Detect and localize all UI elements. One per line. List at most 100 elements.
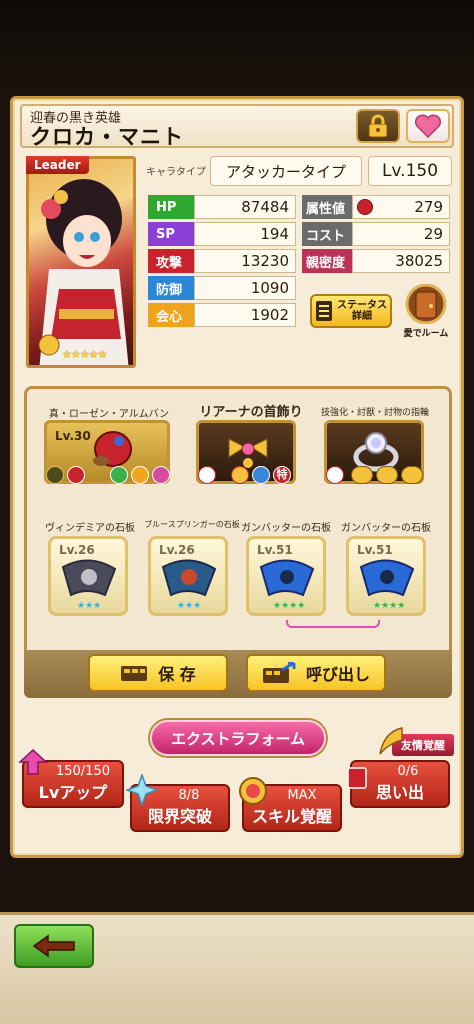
lock-icon <box>368 114 388 138</box>
rune-icon <box>152 466 170 484</box>
tablet-slot-2[interactable]: Lv.26 ★★★ <box>148 536 228 616</box>
room-button[interactable]: 愛でルーム <box>400 283 452 339</box>
necklace-rune-icons: 特 <box>198 466 291 484</box>
tablet-fan-icon <box>161 559 217 597</box>
rune-icon <box>376 466 398 484</box>
fire-element-icon <box>357 199 373 215</box>
tablet-name: ガンバッターの石板 <box>241 523 331 534</box>
tablet-slot-4[interactable]: Lv.51 ★★★★ <box>346 536 426 616</box>
top-letterbox <box>0 0 474 96</box>
tablet-fan-icon <box>61 559 117 597</box>
stat-label: 属性値 <box>302 195 352 219</box>
tablet-stars: ★★★★ <box>273 601 306 611</box>
rune-icon <box>46 466 64 484</box>
stat-cost: コスト 29 <box>302 222 450 246</box>
level-value: Lv.150 <box>368 156 452 186</box>
stat-crit: 会心 1902 <box>148 303 296 327</box>
weapon-rune-icons <box>46 466 170 484</box>
skill-awaken-label: スキル覚醒 <box>251 807 332 826</box>
room-label: 愛でルーム <box>403 329 449 339</box>
limit-break-label: 限界突破 <box>147 807 212 826</box>
skill-orb-icon <box>239 777 267 805</box>
heart-icon <box>414 114 442 139</box>
memory-counter: 0/6 <box>397 764 419 779</box>
stat-affinity: 親密度 38025 <box>302 249 450 273</box>
necklace-bow-icon <box>228 438 268 468</box>
star-rune-icon <box>231 466 249 484</box>
tablet-slot-3[interactable]: Lv.51 ★★★★ <box>246 536 326 616</box>
extra-form-button[interactable]: エクストラフォーム <box>150 720 326 756</box>
lock-button[interactable] <box>356 109 400 143</box>
lv-up-counter: 150/150 <box>55 764 110 779</box>
up-arrow-icon <box>18 748 48 775</box>
stat-label: 攻撃 <box>148 249 194 273</box>
stat-label: HP <box>148 195 194 219</box>
back-arrow-icon <box>32 934 75 958</box>
favorite-button[interactable] <box>406 109 450 143</box>
heart-rune-icon <box>326 466 344 484</box>
tablet-slot-1[interactable]: Lv.26 ★★★ <box>48 536 128 616</box>
weapon-gauntlet-icon <box>93 431 132 467</box>
tablet-name: ヴィンデミアの石板 <box>45 523 135 534</box>
stat-attr: 属性値 279 <box>302 195 450 219</box>
room-door-icon <box>405 283 447 325</box>
stat-label: 防御 <box>148 276 194 300</box>
character-name: クロカ・マニト <box>30 125 184 149</box>
stat-value: 1902 <box>194 303 296 327</box>
stat-value: 279 <box>352 195 450 219</box>
save-slot-icon <box>121 666 148 681</box>
ring-rune-icons <box>326 466 423 484</box>
tablet-stars: ★★★ <box>177 601 202 611</box>
tablet-level: Lv.26 <box>59 543 95 557</box>
load-slot-icon <box>262 662 296 683</box>
stat-label: コスト <box>302 222 352 246</box>
status-detail-line1: ステータス <box>337 300 387 311</box>
stat-value: 1090 <box>194 276 296 300</box>
character-art <box>38 179 129 365</box>
tablet-stars: ★★★★ <box>373 601 406 611</box>
stat-label: SP <box>148 222 194 246</box>
status-detail-button[interactable]: ステータス 詳細 <box>310 294 392 328</box>
character-portrait[interactable] <box>26 156 136 368</box>
stat-value: 29 <box>352 222 450 246</box>
necklace-name: リアーナの首飾り <box>199 405 303 420</box>
memory-book-icon <box>347 767 367 789</box>
save-button[interactable]: 保 存 <box>88 654 228 692</box>
status-detail-line2: 詳細 <box>352 311 372 322</box>
stat-number: 279 <box>414 198 443 216</box>
stat-hp: HP 87484 <box>148 195 296 219</box>
tablet-name: ガンバッターの石板 <box>341 523 431 534</box>
wing-icon <box>379 727 403 755</box>
stat-value: 38025 <box>352 249 450 273</box>
crystal-star-icon <box>126 774 158 806</box>
tablet-fan-icon <box>359 559 415 597</box>
heart-rune-icon <box>198 466 216 484</box>
rune-icon <box>401 466 423 484</box>
weapon-level: Lv.30 <box>55 429 91 443</box>
skill-awaken-counter: MAX <box>287 788 317 803</box>
limit-break-counter: 8/8 <box>178 788 200 803</box>
chara-type-value: アタッカータイプ <box>210 156 362 186</box>
tablet-level: Lv.26 <box>159 543 195 557</box>
link-bracket <box>286 620 380 628</box>
status-detail-text: ステータス 詳細 <box>337 300 387 322</box>
document-icon <box>316 301 332 321</box>
tablet-fan-icon <box>259 559 315 597</box>
rune-icon <box>351 466 373 484</box>
rune-icon <box>67 466 85 484</box>
stat-label: 親密度 <box>302 249 352 273</box>
tablet-name: ブルースプリンガーの石板 <box>144 520 240 529</box>
stat-atk: 攻撃 13230 <box>148 249 296 273</box>
special-badge: 特 <box>273 466 291 484</box>
stat-value: 194 <box>194 222 296 246</box>
rarity-stars: ★★★★★ <box>62 348 107 361</box>
rune-icon <box>110 466 128 484</box>
stat-sp: SP 194 <box>148 222 296 246</box>
tablet-level: Lv.51 <box>357 543 393 557</box>
load-button[interactable]: 呼び出し <box>246 654 386 692</box>
back-button[interactable] <box>14 924 94 968</box>
stat-value: 87484 <box>194 195 296 219</box>
stat-def: 防御 1090 <box>148 276 296 300</box>
tablet-stars: ★★★ <box>77 601 102 611</box>
tablet-level: Lv.51 <box>257 543 293 557</box>
